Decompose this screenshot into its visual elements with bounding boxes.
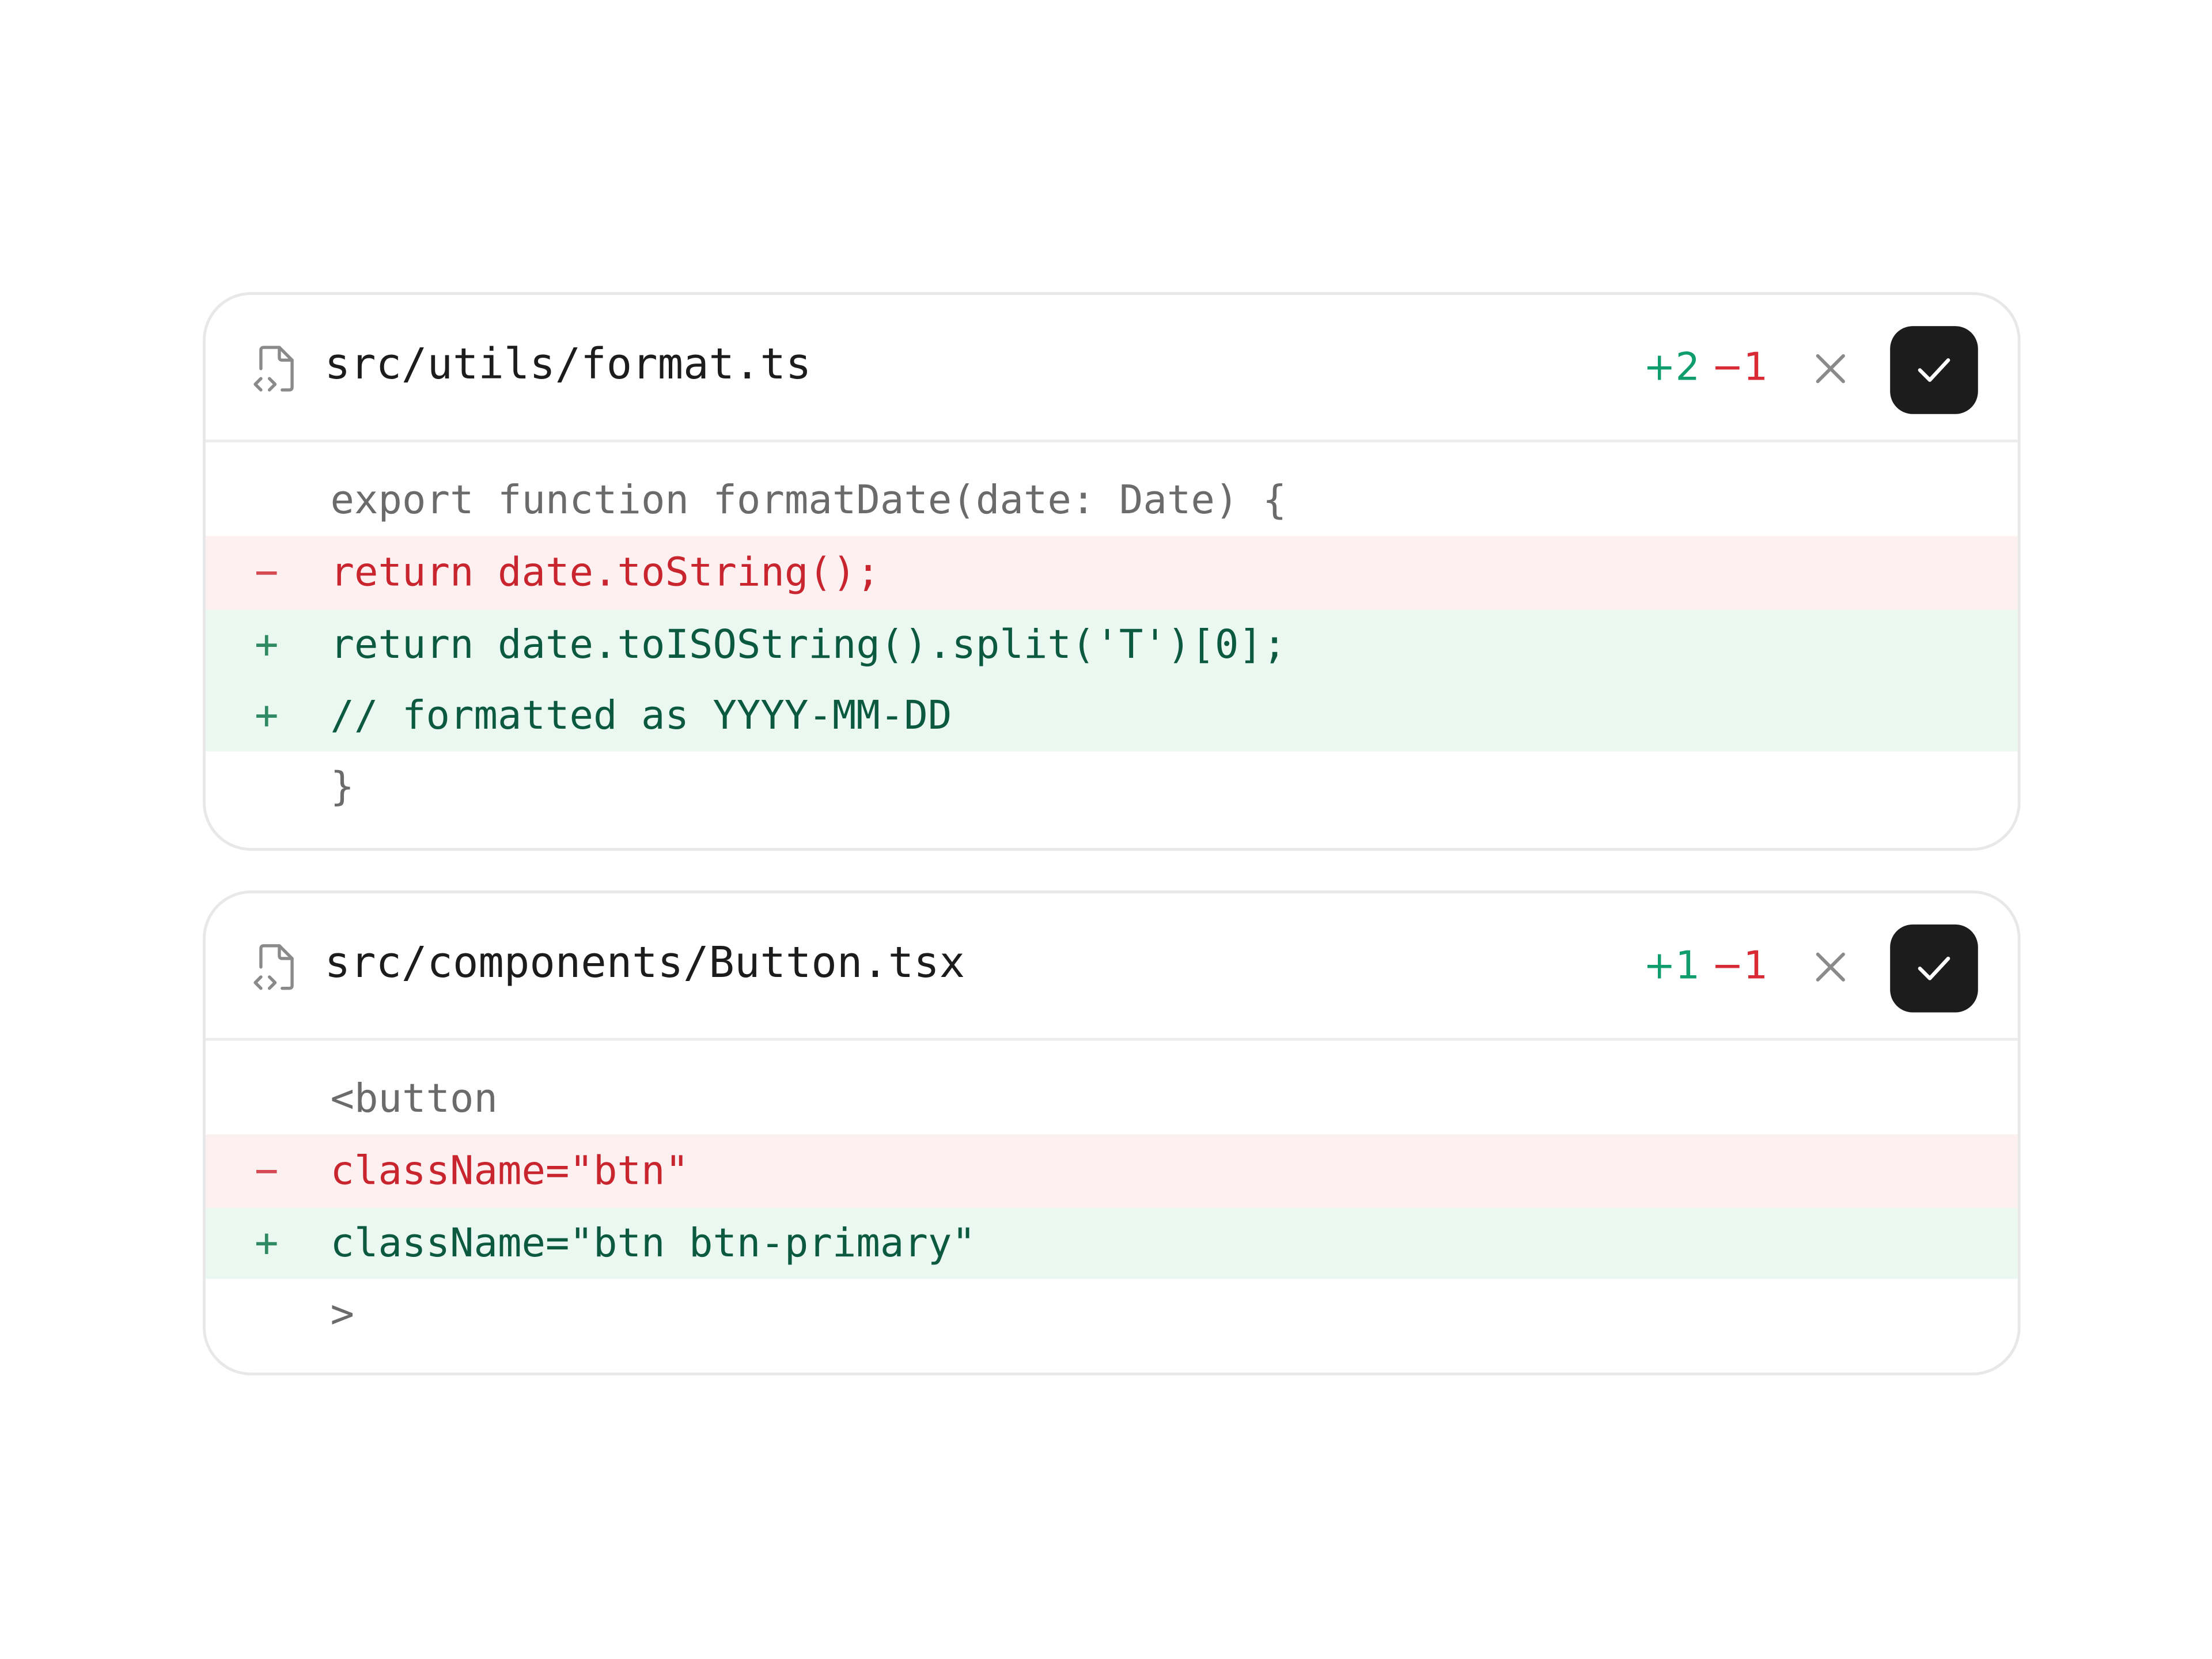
- check-icon: [1918, 358, 1950, 382]
- diff-line-added: + className="btn btn-primary": [205, 1208, 2018, 1279]
- diff-line-removed: − className="btn": [205, 1134, 2018, 1209]
- diff-line-context: export function formatDate(date: Date) {: [206, 465, 2018, 536]
- line-marker: −: [254, 1147, 279, 1194]
- diff-review-page: src/utils/format.ts +2 −1 export functio…: [0, 0, 2212, 1659]
- file-path: src/utils/format.ts: [324, 340, 812, 390]
- reject-button[interactable]: [1808, 346, 1853, 392]
- diff-body: <button − className="btn" + className="b…: [205, 1041, 2018, 1350]
- line-code: return date.toString();: [330, 548, 880, 596]
- diff-line-added: + // formatted as YYYY-MM-DD: [205, 680, 2018, 752]
- deletions-count: −1: [1711, 346, 1768, 390]
- check-icon: [1918, 956, 1950, 980]
- additions-count: +2: [1643, 346, 1700, 390]
- file-code-icon: [253, 944, 294, 990]
- line-marker: −: [254, 548, 279, 596]
- diff-line-added: + return date.toISOString().split('T')[0…: [205, 609, 2018, 681]
- diff-line-context: >: [206, 1279, 2018, 1350]
- line-marker: +: [254, 1219, 279, 1267]
- diff-line-context: <button: [206, 1063, 2018, 1134]
- line-marker: +: [254, 692, 279, 739]
- line-code: <button: [330, 1074, 498, 1122]
- line-marker: +: [254, 621, 279, 668]
- line-code: >: [330, 1290, 355, 1338]
- additions-count: +1: [1643, 944, 1700, 988]
- deletions-count: −1: [1711, 944, 1768, 988]
- line-code: className="btn btn-primary": [330, 1219, 976, 1267]
- line-code: return date.toISOString().split('T')[0];: [330, 621, 1287, 668]
- file-diff-header: src/utils/format.ts +2 −1: [205, 295, 2018, 442]
- line-code: export function formatDate(date: Date) {: [330, 476, 1287, 524]
- file-diff-header: src/components/Button.tsx +1 −1: [205, 893, 2018, 1041]
- diff-line-context: }: [206, 752, 2018, 823]
- line-code: className="btn": [330, 1147, 689, 1194]
- file-path: src/components/Button.tsx: [324, 938, 965, 988]
- accept-button[interactable]: [1890, 326, 1978, 414]
- diff-body: export function formatDate(date: Date) {…: [205, 442, 2018, 823]
- file-code-icon: [253, 346, 294, 392]
- accept-button[interactable]: [1890, 924, 1978, 1013]
- reject-button[interactable]: [1808, 944, 1853, 990]
- file-diff-card: src/utils/format.ts +2 −1 export functio…: [202, 292, 2021, 851]
- file-diff-card: src/components/Button.tsx +1 −1 <button …: [202, 890, 2021, 1376]
- diff-line-removed: − return date.toString();: [205, 536, 2018, 610]
- line-code: }: [330, 763, 355, 810]
- line-code: // formatted as YYYY-MM-DD: [330, 692, 952, 739]
